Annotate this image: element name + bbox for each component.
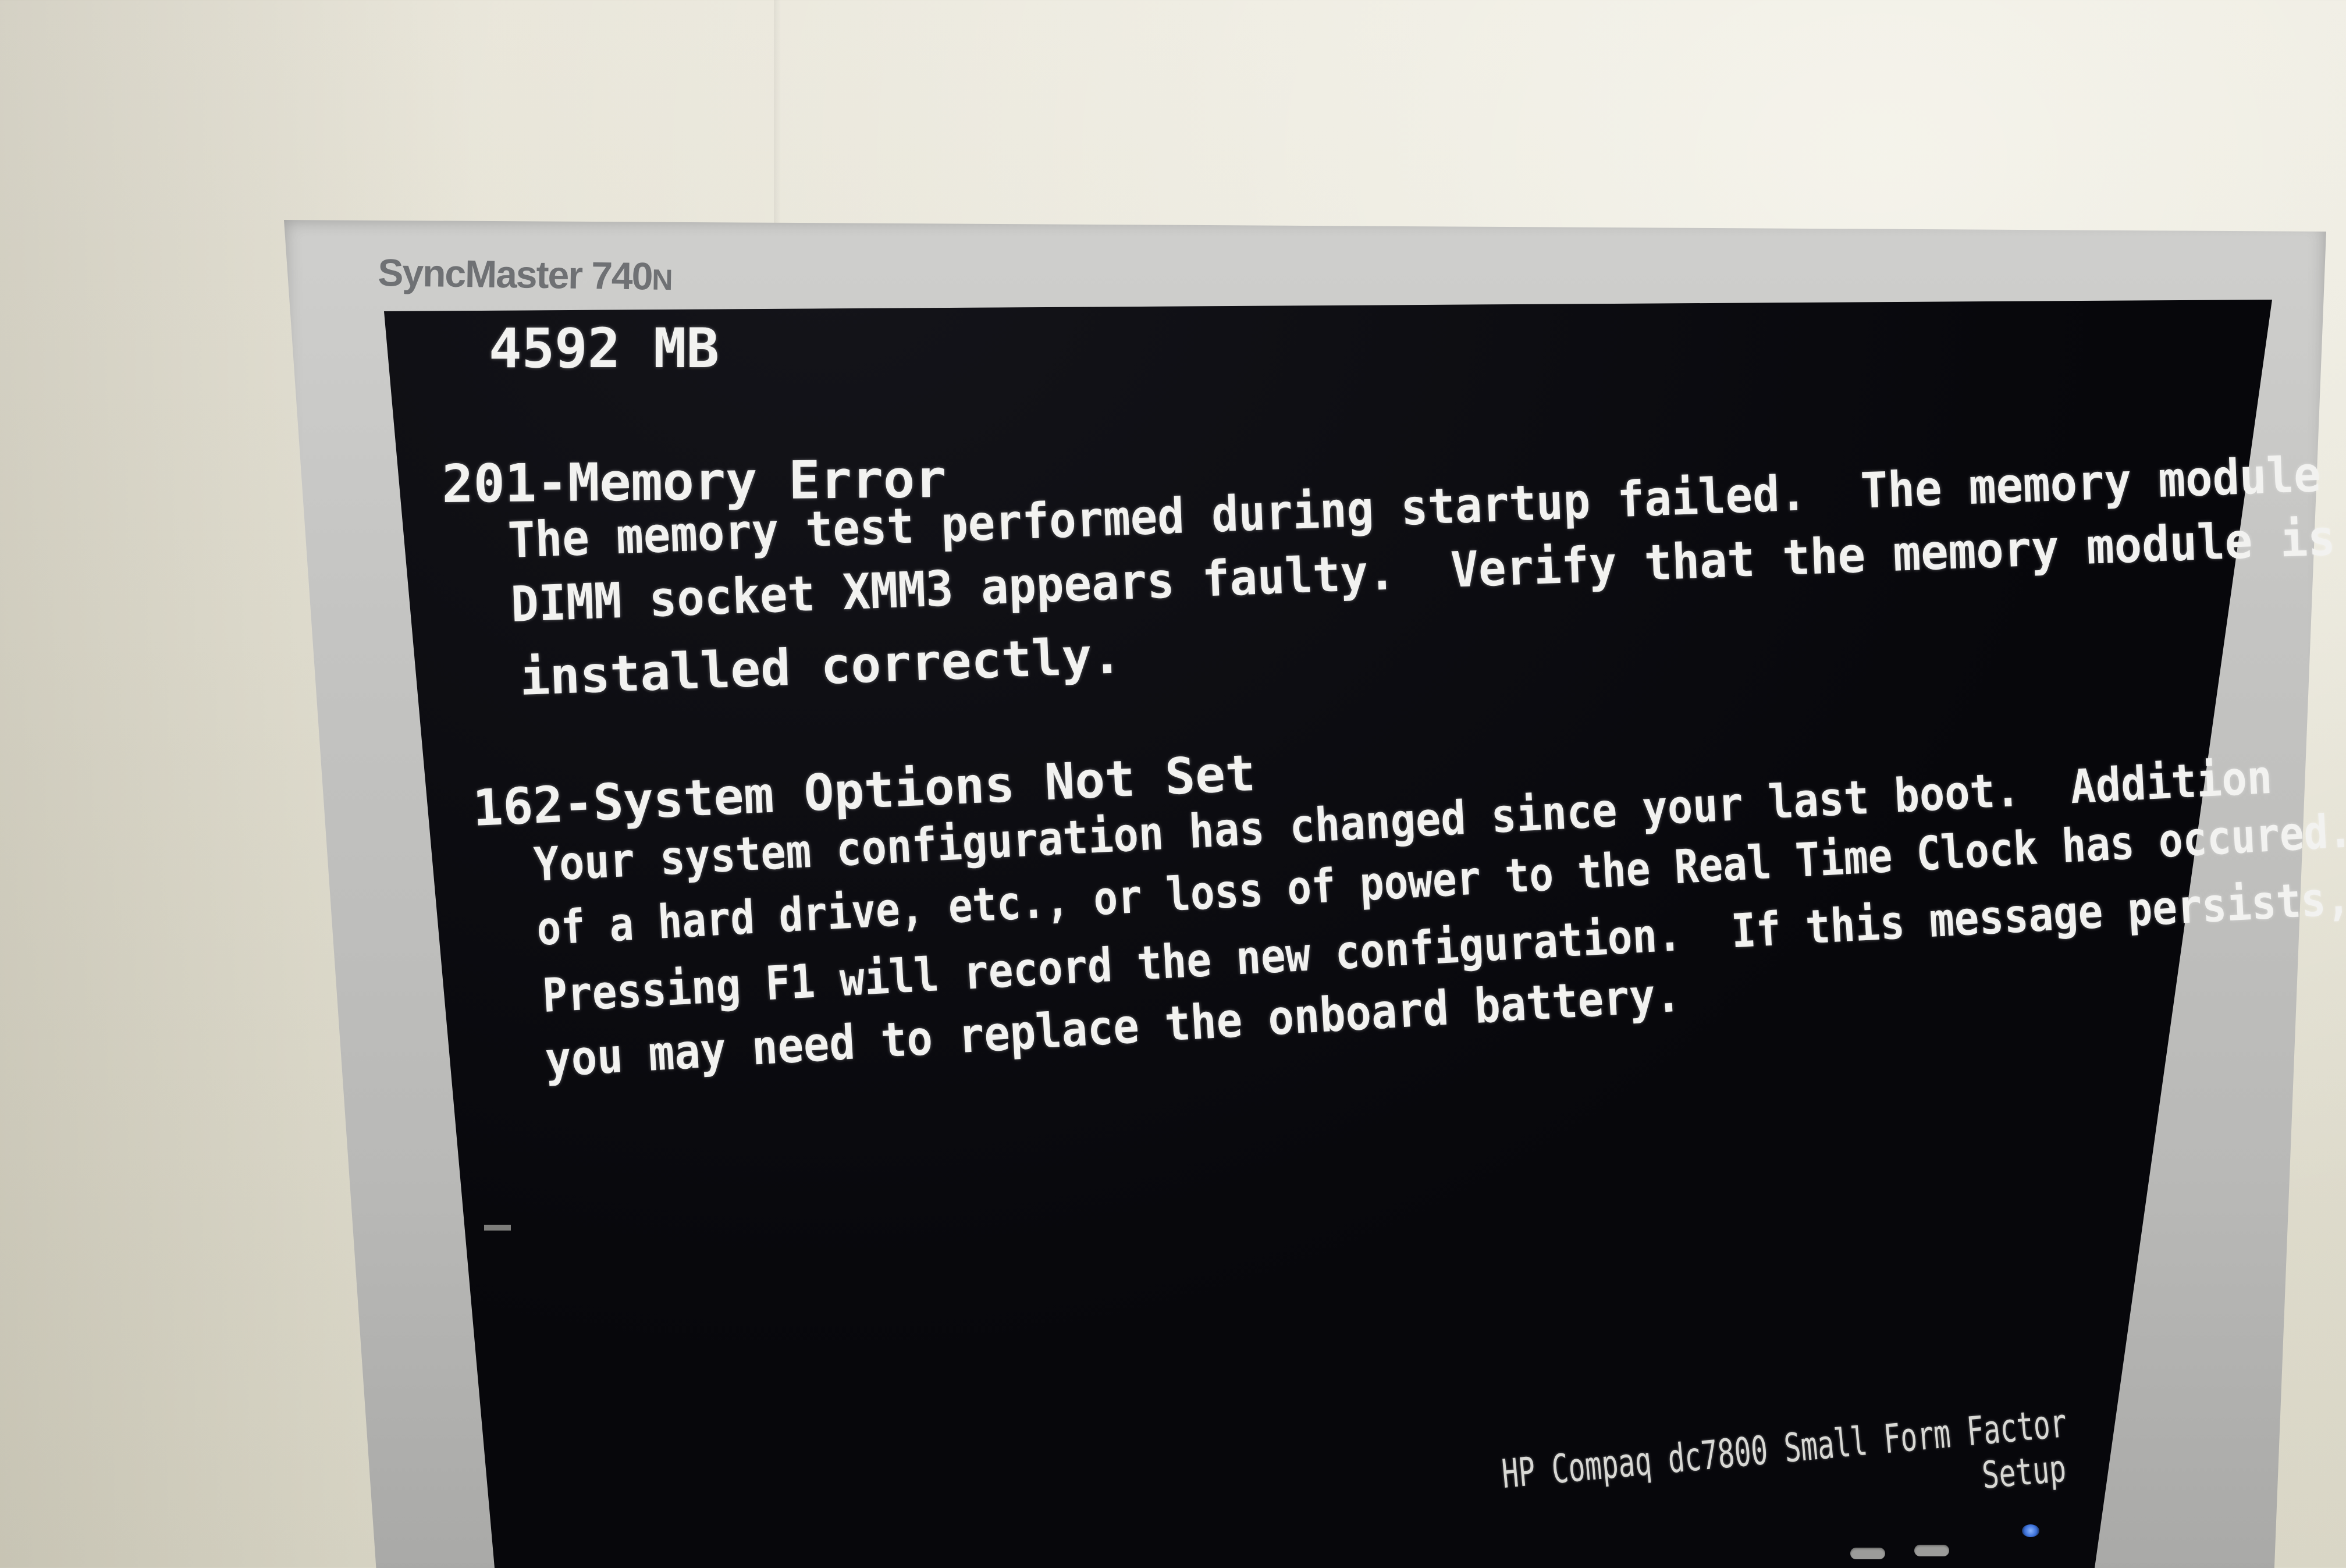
monitor-menu-button[interactable] [1850, 1548, 1885, 1559]
setup-label: Setup [1980, 1447, 2068, 1498]
memory-size-readout: 4592 MB [489, 317, 720, 381]
power-led-icon [2022, 1524, 2039, 1537]
monitor-adjust-button[interactable] [1914, 1545, 1949, 1556]
bios-message-area: 4592 MB 201-Memory Error The memory test… [0, 0, 2346, 1568]
error-201-line-3: installed correctly. [518, 627, 1123, 707]
